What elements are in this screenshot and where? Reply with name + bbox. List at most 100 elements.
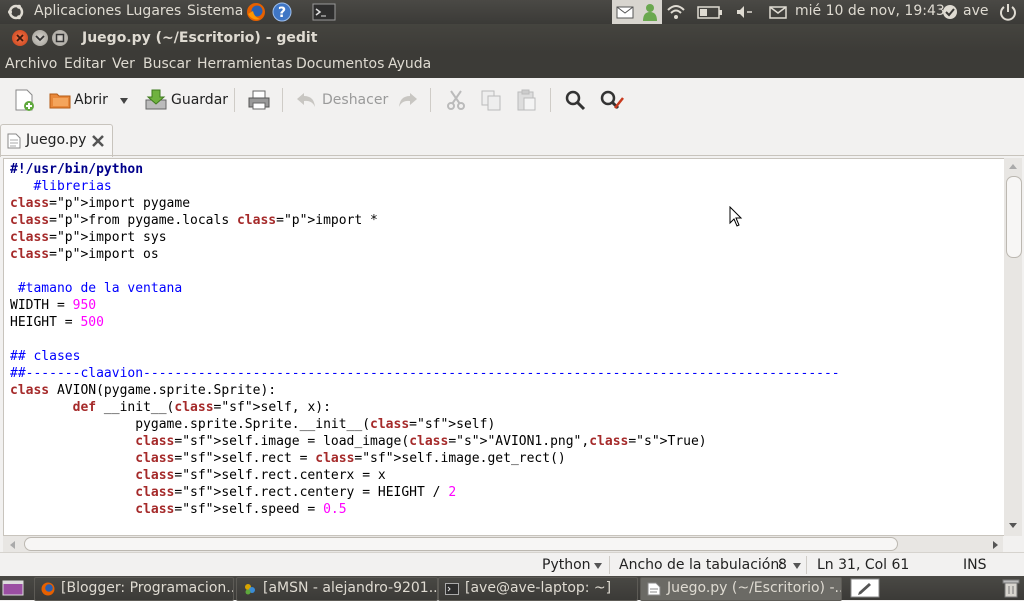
- code-line: class="sf">self.rect = class="sf">self.i…: [135, 451, 566, 466]
- new-document-icon[interactable]: [12, 88, 36, 112]
- amsn-icon: [245, 584, 255, 595]
- menu-herramientas[interactable]: Herramientas: [197, 56, 292, 72]
- wifi-icon[interactable]: [666, 2, 686, 22]
- firefox-icon: [41, 582, 55, 596]
- tab-label: Juego.py: [26, 132, 87, 148]
- code-content[interactable]: #!/usr/bin/python #librerias class="p">i…: [10, 161, 840, 518]
- open-label: Abrir: [74, 92, 108, 108]
- taskbar-item-gedit[interactable]: Juego.py (~/Escritorio) -...: [640, 577, 842, 601]
- minimize-icon: [35, 35, 45, 42]
- chevron-down-icon: [594, 563, 602, 569]
- minimize-window-button[interactable]: [32, 30, 48, 46]
- taskbar-label: [aMSN - alejandro-9201...: [263, 580, 438, 596]
- terminal-launcher-icon[interactable]: [312, 2, 336, 22]
- toolbar-separator: [234, 88, 235, 112]
- window-title: Juego.py (~/Escritorio) - gedit: [82, 30, 318, 46]
- code-line: HEIGHT = 500: [10, 315, 104, 330]
- open-button[interactable]: Abrir: [46, 86, 110, 114]
- redo-icon[interactable]: [396, 89, 420, 111]
- scroll-right-icon[interactable]: [992, 540, 1000, 550]
- mail-indicator-icon[interactable]: [615, 2, 635, 22]
- close-icon: [16, 34, 24, 42]
- menu-editar[interactable]: Editar: [64, 56, 105, 72]
- code-line: ## clases: [10, 349, 81, 364]
- taskbar-item-terminal[interactable]: [ave@ave-laptop: ~]: [438, 577, 638, 601]
- menu-ver[interactable]: Ver: [112, 56, 135, 72]
- horizontal-scroll-thumb[interactable]: [24, 537, 898, 551]
- taskbar-item-amsn[interactable]: [aMSN - alejandro-9201...: [236, 577, 438, 601]
- code-line: pygame.sprite.Sprite.__init__(class="sf"…: [10, 417, 496, 432]
- menu-lugares[interactable]: Lugares: [126, 3, 181, 19]
- volume-icon[interactable]: [734, 2, 754, 22]
- copy-icon[interactable]: [479, 88, 503, 112]
- code-line: class="sf">self.image = load_image(class…: [135, 434, 707, 449]
- tab-width-value: 8: [778, 557, 787, 573]
- messages-icon[interactable]: [768, 2, 788, 22]
- text-file-icon: [7, 133, 21, 149]
- menu-documentos[interactable]: Documentos: [296, 56, 384, 72]
- clock[interactable]: mié 10 de nov, 19:43: [795, 3, 945, 19]
- menu-ayuda[interactable]: Ayuda: [388, 56, 431, 72]
- paste-icon[interactable]: [514, 88, 538, 112]
- code-editor[interactable]: #!/usr/bin/python #librerias class="p">i…: [3, 158, 1005, 536]
- code-line: #!/usr/bin/python: [10, 162, 144, 177]
- taskbar-label: [ave@ave-laptop: ~]: [465, 580, 612, 596]
- taskbar-item-blogger[interactable]: [Blogger: Programacion...: [34, 577, 234, 601]
- print-icon[interactable]: [246, 88, 272, 112]
- menu-archivo[interactable]: Archivo: [5, 56, 57, 72]
- code-line: #tamano de la ventana: [10, 281, 183, 296]
- open-recent-dropdown-icon[interactable]: [118, 96, 130, 106]
- username[interactable]: ave: [963, 3, 988, 19]
- taskbar-label: Juego.py (~/Escritorio) -...: [667, 580, 842, 596]
- menubar: Archivo Editar Ver Buscar Herramientas D…: [0, 52, 1024, 78]
- menu-sistema[interactable]: Sistema: [187, 3, 243, 19]
- maximize-window-button[interactable]: [52, 30, 68, 46]
- show-desktop-icon[interactable]: [2, 579, 24, 597]
- menu-aplicaciones[interactable]: Aplicaciones: [34, 3, 121, 19]
- code-line: WIDTH = 950: [10, 298, 97, 313]
- workspace-switcher-icon[interactable]: [850, 578, 880, 598]
- ubuntu-logo-icon[interactable]: [6, 2, 26, 22]
- svg-text:?: ?: [278, 5, 286, 21]
- top-panel: Aplicaciones Lugares Sistema ? mié 10 de…: [0, 0, 1024, 24]
- menu-buscar[interactable]: Buscar: [143, 56, 191, 72]
- scroll-left-icon[interactable]: [8, 540, 16, 550]
- tab-juego-py[interactable]: Juego.py: [0, 124, 113, 157]
- tab-width-label: Ancho de la tabulación:: [619, 557, 784, 573]
- code-line: class="p">import sys: [10, 230, 167, 245]
- toolbar-separator: [282, 88, 283, 112]
- code-line: class="sf">self.rect.centery = HEIGHT / …: [135, 485, 457, 500]
- battery-icon[interactable]: [697, 2, 723, 22]
- trash-icon[interactable]: [1000, 578, 1022, 598]
- scroll-up-icon[interactable]: [1008, 162, 1018, 170]
- save-button[interactable]: Guardar: [142, 86, 228, 114]
- mouse-pointer-icon: [729, 206, 743, 227]
- search-icon[interactable]: [563, 88, 587, 112]
- firefox-icon[interactable]: [246, 2, 266, 22]
- chevron-down-icon: [793, 563, 801, 569]
- code-line: ##-------claavion-----------------------…: [10, 366, 840, 381]
- tab-divider: [0, 155, 1024, 156]
- search-replace-icon[interactable]: [599, 88, 625, 112]
- vertical-scroll-thumb[interactable]: [1006, 176, 1022, 258]
- close-tab-icon[interactable]: [91, 134, 105, 148]
- toolbar-separator: [550, 88, 551, 112]
- cut-icon[interactable]: [444, 88, 468, 112]
- undo-button[interactable]: Deshacer: [292, 86, 388, 114]
- user-status-icon[interactable]: [640, 2, 660, 22]
- language-label: Python: [542, 557, 591, 573]
- insert-mode: INS: [963, 557, 987, 573]
- tab-width-selector[interactable]: Ancho de la tabulación: 8: [612, 554, 804, 576]
- close-window-button[interactable]: [12, 30, 28, 46]
- undo-icon: [297, 93, 315, 107]
- gedit-icon: [647, 582, 661, 596]
- taskbar-label: [Blogger: Programacion...: [61, 580, 234, 596]
- me-menu-icon[interactable]: [940, 2, 960, 22]
- help-icon[interactable]: ?: [272, 2, 292, 22]
- code-line: class="sf">self.rect.centerx = x: [135, 468, 386, 483]
- language-selector[interactable]: Python: [534, 554, 606, 576]
- terminal-icon: [445, 583, 459, 595]
- code-line: def __init__(class="sf">self, x):: [72, 400, 331, 415]
- power-icon[interactable]: [998, 2, 1018, 22]
- scroll-down-icon[interactable]: [1008, 522, 1018, 530]
